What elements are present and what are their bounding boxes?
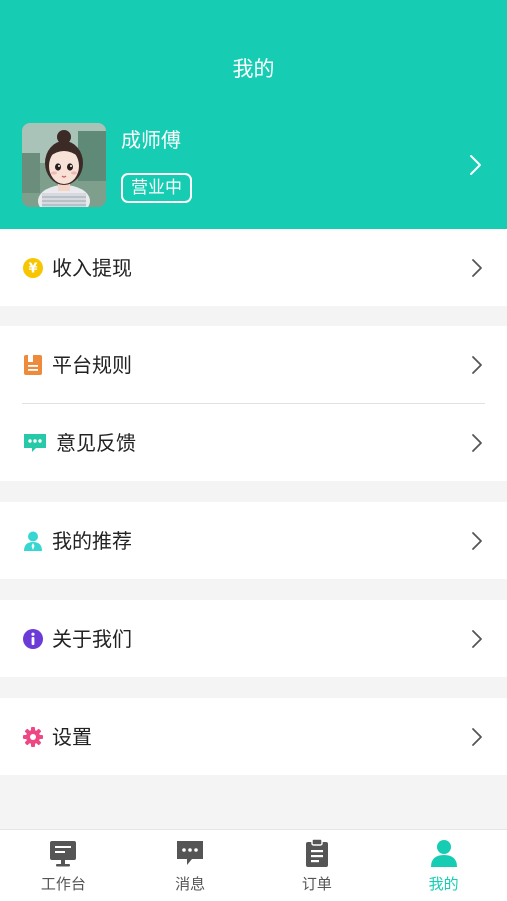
user-name: 成师傅 <box>121 128 181 152</box>
tab-messages[interactable]: 消息 <box>127 830 254 901</box>
menu-item-feedback[interactable]: 意见反馈 <box>0 404 507 481</box>
tab-workbench[interactable]: 工作台 <box>0 830 127 901</box>
menu-group-about: 关于我们 <box>0 600 507 677</box>
clipboard-icon <box>305 838 328 867</box>
svg-text:¥: ¥ <box>28 261 37 276</box>
menu-item-label: 平台规则 <box>52 352 132 377</box>
bottom-tab-bar: 工作台 消息 订单 我的 <box>0 829 507 901</box>
menu-item-about[interactable]: 关于我们 <box>0 600 507 677</box>
menu-item-label: 设置 <box>52 724 92 749</box>
tab-orders[interactable]: 订单 <box>254 830 381 901</box>
menu-item-label: 我的推荐 <box>52 528 132 553</box>
menu-item-income[interactable]: ¥ 收入提现 <box>0 229 507 306</box>
page-title: 我的 <box>232 57 275 81</box>
tab-mine[interactable]: 我的 <box>380 830 507 901</box>
chat-bubble-icon <box>22 432 48 454</box>
menu-item-rules[interactable]: 平台规则 <box>0 326 507 403</box>
menu-item-label: 收入提现 <box>52 255 132 280</box>
user-icon <box>430 840 457 867</box>
menu-group-income: ¥ 收入提现 <box>0 229 507 306</box>
menu-item-settings[interactable]: 设置 <box>0 698 507 775</box>
menu-group-recommend: 我的推荐 <box>0 502 507 579</box>
chevron-right-icon <box>472 355 482 374</box>
tab-label: 我的 <box>428 875 459 893</box>
tab-label: 订单 <box>301 875 332 893</box>
gear-icon <box>22 726 44 748</box>
message-icon <box>177 841 204 865</box>
menu-group-info: 平台规则 意见反馈 <box>0 326 507 481</box>
chevron-right-icon[interactable] <box>462 152 488 178</box>
profile-header: 我的 成师傅 营业中 <box>0 0 507 229</box>
tab-label: 工作台 <box>40 875 86 893</box>
chevron-right-icon <box>472 433 482 452</box>
avatar[interactable] <box>22 123 106 207</box>
menu-group-settings: 设置 <box>0 698 507 775</box>
menu-item-recommend[interactable]: 我的推荐 <box>0 502 507 579</box>
yuan-coin-icon: ¥ <box>22 257 44 279</box>
menu-item-label: 意见反馈 <box>56 430 136 455</box>
person-icon <box>22 530 44 552</box>
chevron-right-icon <box>472 531 482 550</box>
document-icon <box>22 354 44 376</box>
status-badge[interactable]: 营业中 <box>121 173 192 203</box>
chevron-right-icon <box>472 727 482 746</box>
chevron-right-icon <box>472 258 482 277</box>
tab-label: 消息 <box>175 875 206 893</box>
chevron-right-icon <box>472 629 482 648</box>
menu-item-label: 关于我们 <box>52 626 132 651</box>
monitor-icon <box>50 841 77 867</box>
info-icon <box>22 628 44 650</box>
